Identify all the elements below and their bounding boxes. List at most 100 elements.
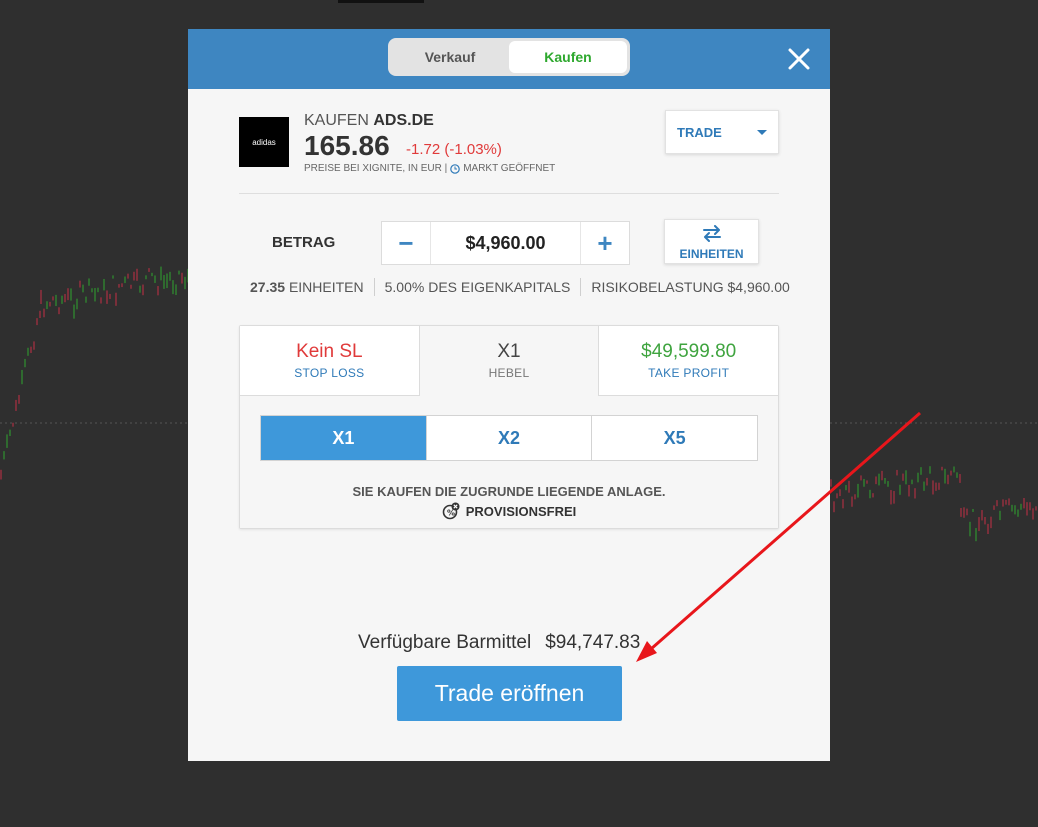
background-candle xyxy=(169,271,171,281)
market-status: MARKT GEÖFFNET xyxy=(463,163,556,174)
amount-stats: 27.35 EINHEITEN 5.00% DES EIGENKAPITALS … xyxy=(250,278,790,296)
background-candle xyxy=(854,494,856,500)
background-candle xyxy=(30,346,32,353)
background-candle xyxy=(67,288,69,301)
amount-input[interactable]: $4,960.00 xyxy=(430,222,581,264)
background-candle xyxy=(956,472,958,478)
tab-stop-loss[interactable]: Kein SL STOP LOSS xyxy=(240,326,419,396)
available-cash-value: $94,747.83 xyxy=(545,632,641,653)
trade-settings-panel: Kein SL STOP LOSS X1 HEBEL $49,599.80 TA… xyxy=(239,325,779,529)
background-candle xyxy=(938,482,940,490)
sell-tab[interactable]: Verkauf xyxy=(391,41,509,73)
leverage-option-x5[interactable]: X5 xyxy=(591,416,757,460)
asset-price: 165.86 xyxy=(304,130,390,161)
settings-tabs: Kein SL STOP LOSS X1 HEBEL $49,599.80 TA… xyxy=(240,326,779,396)
available-cash: Verfügbare Barmittel $94,747.83 xyxy=(358,632,640,654)
background-candle xyxy=(848,480,850,493)
background-candle xyxy=(893,491,895,504)
background-candle xyxy=(154,275,156,283)
background-candle xyxy=(151,272,153,277)
background-candle xyxy=(88,278,90,286)
leverage-option-x1[interactable]: X1 xyxy=(261,416,426,460)
increase-button[interactable]: + xyxy=(581,222,629,264)
logo-text: adidas xyxy=(252,137,276,147)
asset-logo: adidas xyxy=(239,117,289,167)
asset-title: KAUFEN ADS.DE xyxy=(304,112,434,130)
background-candle xyxy=(842,499,844,509)
background-candle xyxy=(975,528,977,542)
background-candle xyxy=(58,307,60,315)
background-candle xyxy=(923,481,925,491)
price-source-text: PREISE BEI XIGNITE, IN EUR | xyxy=(304,163,448,174)
background-candle xyxy=(184,276,186,290)
buy-tab[interactable]: Kaufen xyxy=(509,41,627,73)
take-profit-label: TAKE PROFIT xyxy=(648,366,730,380)
background-candle xyxy=(872,493,874,498)
asset-action: KAUFEN xyxy=(304,112,369,129)
background-candle xyxy=(97,287,99,293)
background-candle xyxy=(18,394,20,404)
background-candle xyxy=(40,289,42,305)
background-candle xyxy=(947,474,949,485)
background-candle xyxy=(1017,509,1019,517)
background-candle xyxy=(24,358,26,368)
order-type-dropdown[interactable]: TRADE xyxy=(665,110,779,154)
background-candle xyxy=(85,296,87,303)
units-count-label: EINHEITEN xyxy=(288,279,364,295)
background-candle xyxy=(990,516,992,529)
background-candle xyxy=(112,275,114,279)
background-candle xyxy=(139,285,141,293)
take-profit-value: $49,599.80 xyxy=(641,341,737,362)
background-candle xyxy=(959,474,961,483)
commission-info: % PROVISIONSFREI xyxy=(240,502,778,520)
equity-share: 5.00% DES EIGENKAPITALS xyxy=(384,279,571,295)
background-candle xyxy=(115,292,117,306)
tab-take-profit[interactable]: $49,599.80 TAKE PROFIT xyxy=(598,326,779,396)
background-candle xyxy=(830,479,832,487)
leverage-option-x2[interactable]: X2 xyxy=(425,416,592,460)
background-candle xyxy=(175,284,177,296)
background-candle xyxy=(996,500,998,507)
background-candle xyxy=(966,508,968,516)
background-candle xyxy=(999,510,1001,521)
background-candle xyxy=(984,516,986,525)
background-candle xyxy=(932,480,934,495)
amount-label: BETRAG xyxy=(272,234,336,251)
background-candle xyxy=(118,284,120,288)
background-candle xyxy=(61,295,63,304)
background-candle xyxy=(6,434,8,448)
background-candle xyxy=(875,476,877,485)
asset-symbol: ADS.DE xyxy=(373,112,434,129)
leverage-body: X1 X2 X5 SIE KAUFEN DIE ZUGRUNDE LIEGEND… xyxy=(240,396,778,528)
background-candle xyxy=(944,468,946,484)
background-candle xyxy=(911,479,913,485)
background-candle xyxy=(91,288,93,293)
tab-leverage[interactable]: X1 HEBEL xyxy=(418,326,599,396)
background-candle xyxy=(172,280,174,295)
close-icon[interactable] xyxy=(786,46,812,72)
background-candle xyxy=(881,470,883,481)
background-candle xyxy=(148,268,150,272)
background-candle xyxy=(43,308,45,318)
background-candle xyxy=(3,451,5,460)
risk-exposure: RISIKOBELASTUNG $4,960.00 xyxy=(591,279,790,295)
open-trade-button[interactable]: Trade eröffnen xyxy=(397,666,622,721)
dialog-header: Verkauf Kaufen xyxy=(188,29,830,89)
divider xyxy=(580,278,582,296)
units-toggle-button[interactable]: EINHEITEN xyxy=(664,219,759,264)
background-candle xyxy=(27,347,29,356)
background-candle xyxy=(39,310,41,319)
no-commission-icon: % xyxy=(442,502,460,520)
decrease-button[interactable]: − xyxy=(382,222,430,264)
background-candle xyxy=(860,475,862,481)
background-candle xyxy=(926,477,928,486)
background-candle xyxy=(70,288,72,301)
background-candle xyxy=(166,273,168,289)
background-candle xyxy=(82,284,84,293)
background-candle xyxy=(899,484,901,495)
background-candle xyxy=(1035,506,1037,511)
buy-sell-toggle: Verkauf Kaufen xyxy=(388,38,630,76)
background-candle xyxy=(160,266,162,281)
clock-icon xyxy=(450,163,460,174)
background-candle xyxy=(36,318,38,326)
